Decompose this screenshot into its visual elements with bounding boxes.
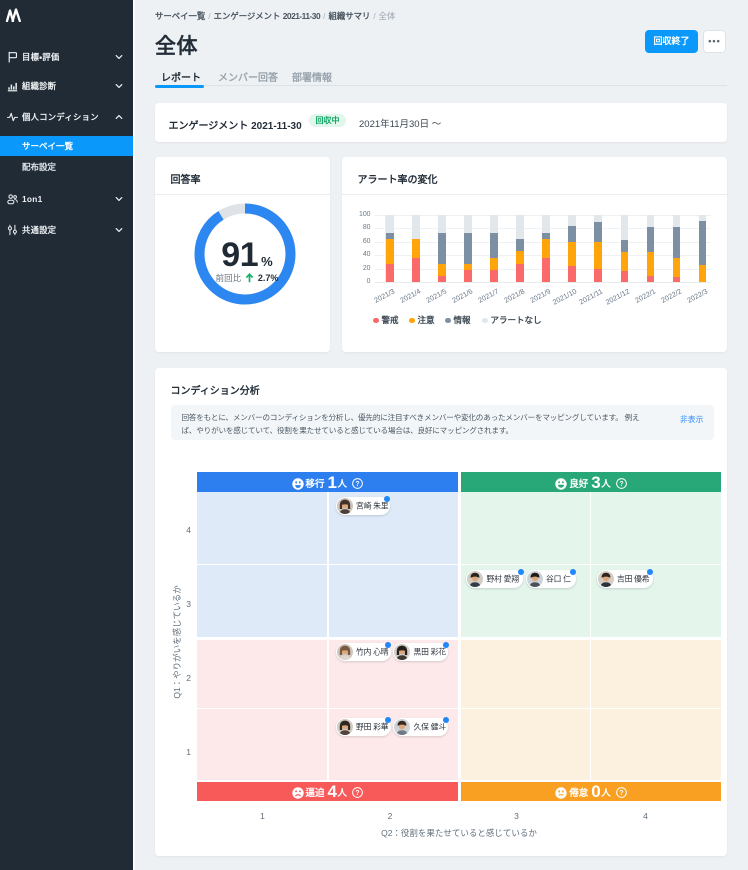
svg-text:?: ? xyxy=(355,790,359,797)
svg-text:?: ? xyxy=(355,481,359,488)
svg-text:?: ? xyxy=(619,481,623,488)
svg-text:?: ? xyxy=(619,790,623,797)
